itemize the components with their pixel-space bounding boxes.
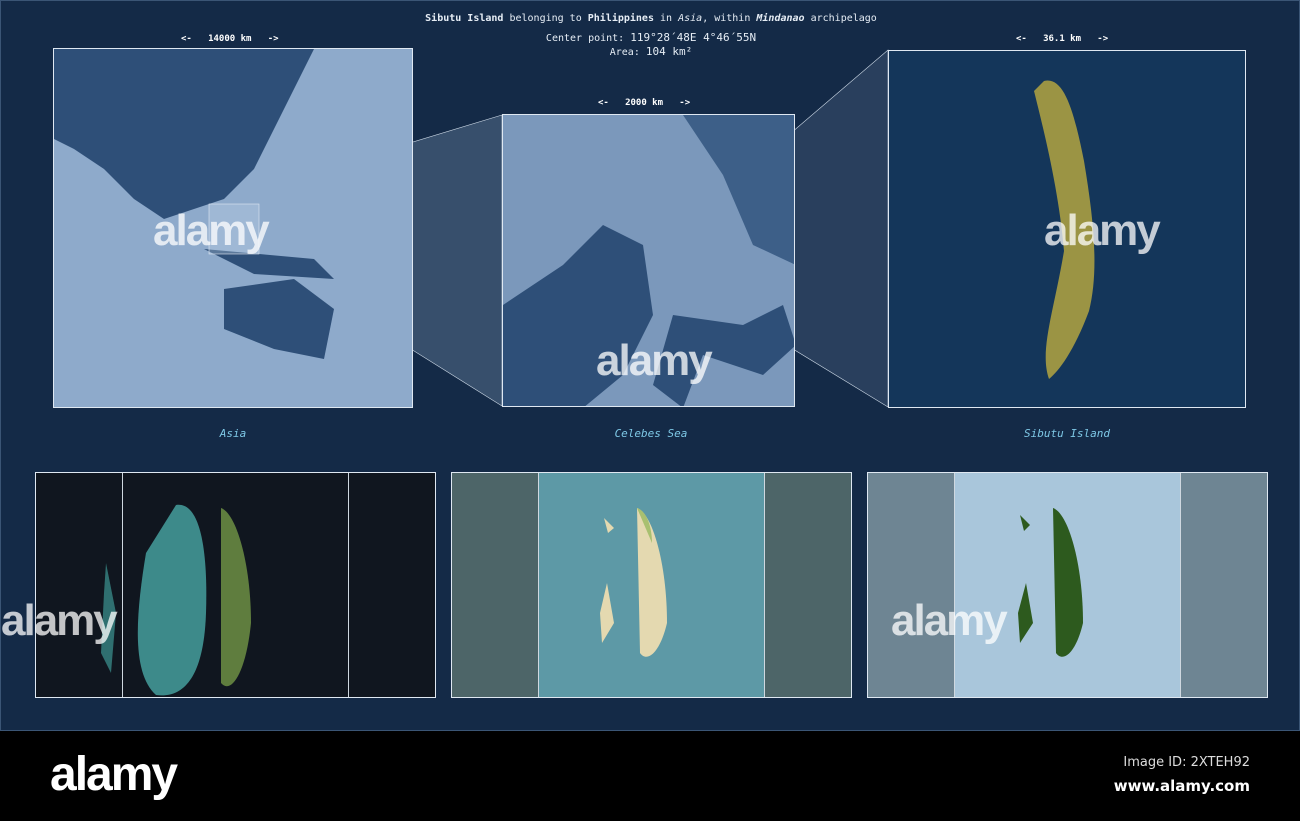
scale-bar-asia: <- 14000 km -> [181,34,279,44]
map-label-asia: Asia [219,427,247,440]
alamy-logo: alamy [50,748,178,801]
map-label-celebes-sea: Celebes Sea [614,427,688,440]
footer: alamy Image ID: 2XTEH92 www.alamy.com [0,731,1300,821]
relief-map[interactable] [867,472,1268,698]
watermark: alamy [891,596,1008,645]
watermark: alamy [596,336,713,385]
scale-bar-sibutu: <- 36.1 km -> [1016,34,1109,44]
watermark: alamy [1,596,118,645]
topographic-map[interactable] [451,472,852,698]
satellite-map[interactable] [35,472,436,698]
map-infographic: Sibutu Island belonging to Philippines i… [0,0,1300,731]
watermark: alamy [153,206,270,255]
site-link[interactable]: www.alamy.com [1114,777,1250,795]
image-id: Image ID: 2XTEH92 [1123,755,1250,770]
scale-bar-celebes: <- 2000 km -> [598,98,691,108]
map-label-sibutu-island: Sibutu Island [1023,427,1111,440]
watermark: alamy [1044,206,1161,255]
